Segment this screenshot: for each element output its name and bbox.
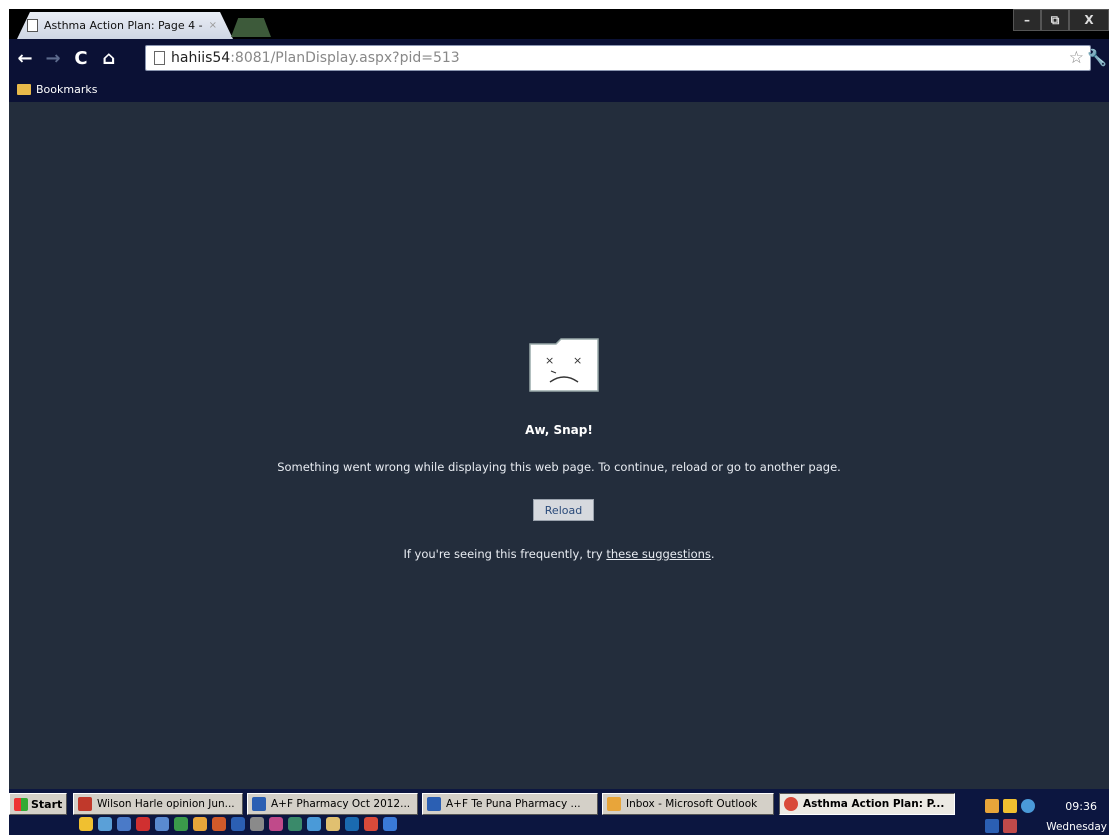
windows-logo-icon: [14, 797, 28, 811]
system-tray: 09:36 Wednesday: [977, 791, 1109, 835]
minimize-button[interactable]: –: [1013, 9, 1041, 31]
svg-text:×: ×: [545, 354, 554, 367]
close-window-button[interactable]: X: [1069, 9, 1109, 31]
taskbar-item-active[interactable]: Asthma Action Plan: P...: [779, 793, 955, 815]
pdf-icon: [78, 797, 92, 811]
active-tab[interactable]: Asthma Action Plan: Page 4 - ×: [17, 12, 233, 39]
error-message: Something went wrong while displaying th…: [277, 460, 841, 474]
quick-launch-icon[interactable]: [98, 817, 112, 831]
bookmarks-folder[interactable]: Bookmarks: [36, 83, 97, 96]
outlook-icon: [607, 797, 621, 811]
help-suffix: .: [710, 547, 715, 561]
suggestions-link[interactable]: these suggestions: [606, 547, 711, 561]
page-icon: [154, 51, 165, 65]
clock-day: Wednesday: [1046, 821, 1107, 833]
quick-launch-icon[interactable]: [383, 817, 397, 831]
url-path: :8081/PlanDisplay.aspx?pid=513: [230, 50, 460, 66]
quick-launch-icon[interactable]: [117, 817, 131, 831]
word-icon: [427, 797, 441, 811]
folder-icon: [17, 83, 31, 95]
quick-launch-icon[interactable]: [364, 817, 378, 831]
taskbar-item[interactable]: Inbox - Microsoft Outlook: [602, 793, 774, 815]
quick-launch-icon[interactable]: [307, 817, 321, 831]
tab-title: Asthma Action Plan: Page 4 -: [44, 19, 203, 32]
reload-button[interactable]: C: [69, 46, 93, 70]
reload-page-button[interactable]: Reload: [533, 499, 594, 521]
tray-app-icon[interactable]: [985, 819, 999, 833]
taskbar-item[interactable]: A+F Te Puna Pharmacy ...: [422, 793, 598, 815]
quick-launch-icon[interactable]: [212, 817, 226, 831]
outlook-tray-icon[interactable]: [985, 799, 999, 813]
taskbar-item-label: A+F Te Puna Pharmacy ...: [446, 798, 581, 810]
forward-button[interactable]: →: [41, 46, 65, 70]
taskbar-item[interactable]: Wilson Harle opinion Jun...: [73, 793, 243, 815]
page-icon: [27, 19, 38, 32]
close-tab-icon[interactable]: ×: [209, 20, 217, 31]
home-button[interactable]: ⌂: [97, 46, 121, 70]
taskbar: Start Wilson Harle opinion Jun... A+F Ph…: [9, 789, 1109, 835]
svg-text:×: ×: [573, 354, 582, 367]
word-icon: [252, 797, 266, 811]
quick-launch-icon[interactable]: [174, 817, 188, 831]
back-button[interactable]: ←: [13, 46, 37, 70]
bookmarks-bar: Bookmarks: [9, 77, 1109, 101]
quick-launch: [79, 817, 397, 831]
quick-launch-icon[interactable]: [155, 817, 169, 831]
chrome-icon: [784, 797, 798, 811]
toolbar: ← → C ⌂ hahiis54:8081/PlanDisplay.aspx?p…: [9, 39, 1109, 77]
page-content: × × Aw, Snap! Something went wrong while…: [9, 102, 1109, 789]
new-tab-button[interactable]: [231, 18, 271, 37]
warning-icon[interactable]: [1003, 799, 1017, 813]
maximize-button[interactable]: ⧉: [1041, 9, 1069, 31]
browser-window: Asthma Action Plan: Page 4 - × – ⧉ X ← →…: [9, 9, 1109, 102]
help-prefix: If you're seeing this frequently, try: [403, 547, 607, 561]
window-controls: – ⧉ X: [1013, 9, 1109, 31]
taskbar-item-label: Asthma Action Plan: P...: [803, 798, 945, 810]
bookmark-star-icon[interactable]: ☆: [1069, 48, 1084, 68]
quick-launch-icon[interactable]: [231, 817, 245, 831]
quick-launch-icon[interactable]: [269, 817, 283, 831]
quick-launch-icon[interactable]: [79, 817, 93, 831]
taskbar-item-label: Wilson Harle opinion Jun...: [97, 798, 235, 810]
taskbar-item[interactable]: A+F Pharmacy Oct 2012...: [247, 793, 418, 815]
url-host: hahiis54: [171, 50, 231, 66]
quick-launch-icon[interactable]: [288, 817, 302, 831]
quick-launch-icon[interactable]: [326, 817, 340, 831]
taskbar-item-label: Inbox - Microsoft Outlook: [626, 798, 758, 810]
quick-launch-icon[interactable]: [193, 817, 207, 831]
tab-strip: Asthma Action Plan: Page 4 - × – ⧉ X: [9, 9, 1109, 39]
quick-launch-icon[interactable]: [136, 817, 150, 831]
wrench-menu-icon[interactable]: 🔧: [1087, 48, 1107, 67]
start-button[interactable]: Start: [9, 793, 67, 815]
address-bar[interactable]: hahiis54:8081/PlanDisplay.aspx?pid=513 ☆: [145, 45, 1091, 71]
network-icon[interactable]: [1021, 799, 1035, 813]
tray-app-icon[interactable]: [1003, 819, 1017, 833]
clock-time[interactable]: 09:36: [1065, 800, 1097, 813]
taskbar-item-label: A+F Pharmacy Oct 2012...: [271, 798, 411, 810]
start-label: Start: [31, 797, 63, 811]
quick-launch-icon[interactable]: [345, 817, 359, 831]
sad-tab-icon: × ×: [529, 338, 599, 392]
help-text: If you're seeing this frequently, try th…: [9, 547, 1109, 561]
error-headline: Aw, Snap!: [525, 423, 593, 437]
quick-launch-icon[interactable]: [250, 817, 264, 831]
